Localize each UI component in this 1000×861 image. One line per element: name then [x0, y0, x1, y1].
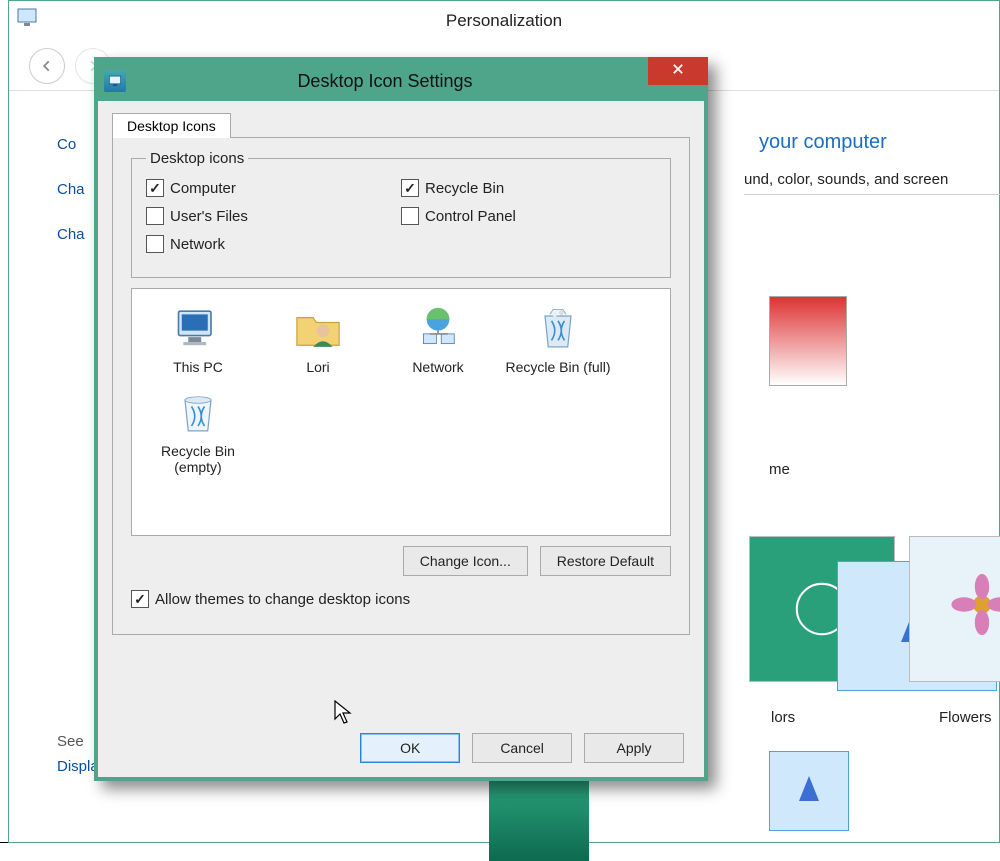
tab-panel: Desktop icons ✓ Computer User's Files	[112, 137, 690, 635]
checkbox-box-allow-themes: ✓	[131, 590, 149, 608]
checkbox-label-computer: Computer	[170, 180, 236, 197]
checkbox-allow-themes[interactable]: ✓ Allow themes to change desktop icons	[131, 590, 671, 608]
checkbox-network[interactable]: Network	[146, 235, 401, 253]
icon-label: Network	[378, 359, 498, 375]
change-icon-button[interactable]: Change Icon...	[403, 546, 528, 576]
theme-label-lors: lors	[771, 709, 795, 726]
cancel-button[interactable]: Cancel	[472, 733, 572, 763]
right-subtext: und, color, sounds, and screen	[744, 171, 1000, 195]
window-title-text: Personalization	[446, 11, 562, 31]
icon-label: Lori	[258, 359, 378, 375]
theme-thumb-1[interactable]	[769, 296, 847, 386]
tab-desktop-icons[interactable]: Desktop Icons	[112, 113, 231, 138]
icon-label: Recycle Bin (empty)	[138, 443, 258, 475]
checkbox-label-network: Network	[170, 236, 225, 253]
icon-item-lori[interactable]: Lori	[258, 299, 378, 379]
checkbox-users-files[interactable]: User's Files	[146, 207, 401, 225]
checkbox-label-recycle-bin: Recycle Bin	[425, 180, 504, 197]
icon-item-recycle-full[interactable]: Recycle Bin (full)	[498, 299, 618, 379]
group-legend: Desktop icons	[146, 150, 248, 167]
icon-label: Recycle Bin (full)	[498, 359, 618, 375]
user-folder-icon	[292, 303, 344, 355]
restore-default-button[interactable]: Restore Default	[540, 546, 671, 576]
recycle-bin-empty-icon	[172, 387, 224, 439]
checkbox-box-users-files	[146, 207, 164, 225]
back-button[interactable]	[29, 48, 65, 84]
this-pc-icon	[172, 303, 224, 355]
close-icon	[671, 62, 685, 81]
system-icon	[16, 6, 40, 33]
checkbox-computer[interactable]: ✓ Computer	[146, 179, 401, 197]
dialog-title: Desktop Icon Settings	[126, 71, 704, 92]
checkbox-box-computer: ✓	[146, 179, 164, 197]
apply-button[interactable]: Apply	[584, 733, 684, 763]
desktop-icon-settings-dialog: Desktop Icon Settings Desktop Icons Desk…	[94, 57, 708, 781]
close-button[interactable]	[648, 57, 708, 85]
dialog-titlebar[interactable]: Desktop Icon Settings	[98, 61, 704, 101]
checkbox-box-network	[146, 235, 164, 253]
checkbox-box-control-panel	[401, 207, 419, 225]
checkbox-control-panel[interactable]: Control Panel	[401, 207, 656, 225]
checkbox-recycle-bin[interactable]: ✓ Recycle Bin	[401, 179, 656, 197]
checkbox-label-control-panel: Control Panel	[425, 208, 516, 225]
desktop-icons-group: Desktop icons ✓ Computer User's Files	[131, 150, 671, 278]
theme-thumb-flowers[interactable]	[909, 536, 1000, 682]
checkbox-label-allow-themes: Allow themes to change desktop icons	[155, 591, 410, 608]
ok-button[interactable]: OK	[360, 733, 460, 763]
dialog-button-row: OK Cancel Apply	[352, 733, 684, 763]
theme-thumb-small[interactable]	[769, 751, 849, 831]
icon-preview-list[interactable]: This PC Lori Network	[131, 288, 671, 536]
network-icon	[412, 303, 464, 355]
window-title: Personalization	[9, 1, 999, 41]
icon-item-this-pc[interactable]: This PC	[138, 299, 258, 379]
recycle-bin-full-icon	[532, 303, 584, 355]
theme-label-flowers: Flowers	[939, 709, 992, 726]
icon-label: This PC	[138, 359, 258, 375]
green-strip	[489, 781, 589, 861]
checkbox-box-recycle-bin: ✓	[401, 179, 419, 197]
icon-item-recycle-empty[interactable]: Recycle Bin (empty)	[138, 383, 258, 479]
right-heading: your computer	[759, 131, 887, 154]
dialog-title-icon	[104, 70, 126, 92]
checkbox-label-users-files: User's Files	[170, 208, 248, 225]
theme-label-me: me	[769, 461, 790, 478]
icon-item-network[interactable]: Network	[378, 299, 498, 379]
